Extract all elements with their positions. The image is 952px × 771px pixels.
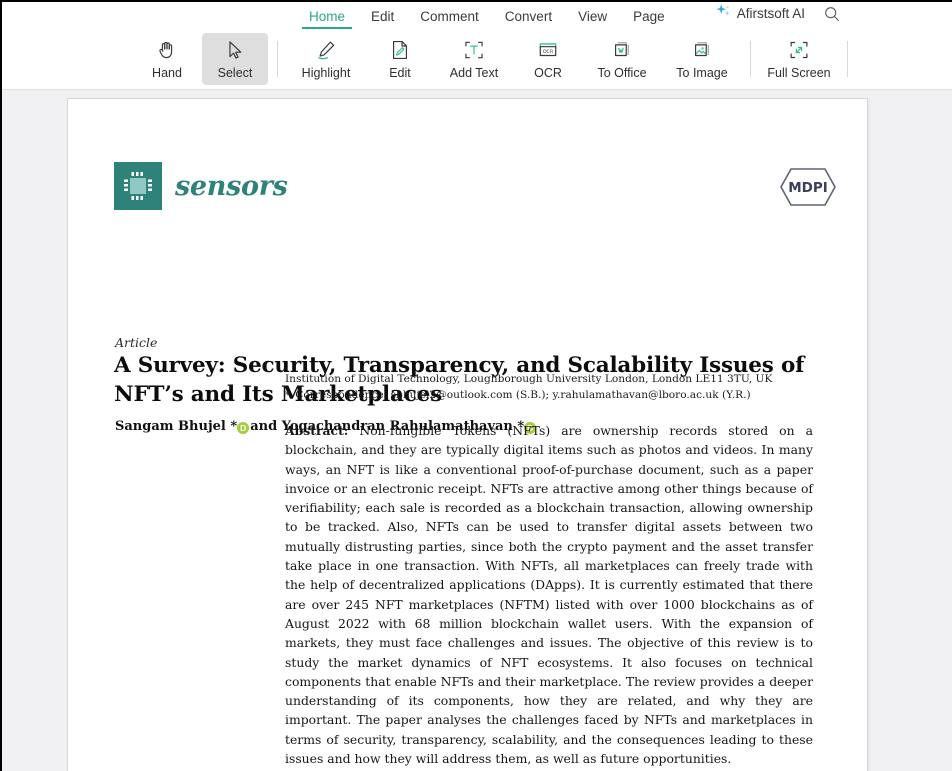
menu-tab-home[interactable]: Home — [296, 9, 358, 29]
menu-bar-right-group: Afirstsoft AI — [715, 3, 840, 25]
tool-label-full-screen: Full Screen — [767, 65, 831, 80]
journal-header: sensors MDPI — [114, 162, 839, 214]
ocr-icon: OCR — [537, 39, 559, 62]
menu-bar: Home Edit Comment Convert View Page Afir… — [2, 2, 952, 29]
toolbar-divider-1 — [277, 41, 278, 77]
menu-tab-edit[interactable]: Edit — [358, 9, 407, 29]
author-name-1: Sangam Bhujel * — [115, 419, 238, 434]
mdpi-logo: MDPI — [777, 165, 839, 214]
menu-tab-list: Home Edit Comment Convert View Page — [296, 9, 678, 29]
search-icon[interactable] — [824, 6, 840, 22]
document-page[interactable]: sensors MDPI Article A Survey: Security,… — [67, 98, 868, 771]
tool-label-add-text: Add Text — [449, 65, 499, 80]
tool-to-image[interactable]: To Image — [663, 33, 741, 85]
to-office-icon — [611, 39, 633, 62]
menu-tab-view[interactable]: View — [565, 9, 620, 29]
tool-label-highlight: Highlight — [301, 65, 351, 80]
tool-label-to-image: To Image — [676, 65, 728, 80]
main-toolbar: Hand Select Highlight Edit Add Text OCR … — [2, 29, 952, 90]
add-text-icon — [463, 39, 485, 62]
menu-tab-convert[interactable]: Convert — [492, 9, 565, 29]
document-body-column: Institution of Digital Technology, Lough… — [285, 371, 813, 771]
highlighter-icon — [315, 39, 337, 62]
afirstsoft-ai-button[interactable]: Afirstsoft AI — [715, 3, 805, 25]
edit-document-icon — [389, 39, 411, 62]
journal-logo-group: sensors — [114, 162, 288, 210]
correspondence-line: * Correspondence: sbhujel2@outlook.com (S… — [285, 387, 813, 403]
tool-to-office[interactable]: To Office — [583, 33, 661, 85]
toolbar-divider-3 — [847, 41, 848, 77]
abstract-label: Abstract: — [285, 423, 349, 438]
svg-text:MDPI: MDPI — [788, 180, 828, 196]
to-image-icon — [691, 39, 713, 62]
document-viewer[interactable]: sensors MDPI Article A Survey: Security,… — [2, 90, 952, 771]
abstract-paragraph: Abstract: Non-fungible Tokens (NFTs) are… — [285, 421, 813, 768]
tool-label-to-office: To Office — [597, 65, 647, 80]
tool-edit[interactable]: Edit — [367, 33, 433, 85]
tool-label-edit: Edit — [389, 65, 411, 80]
toolbar-divider-2 — [750, 41, 751, 77]
svg-text:OCR: OCR — [543, 49, 554, 55]
tool-select[interactable]: Select — [202, 33, 268, 85]
affiliation-block: Institution of Digital Technology, Lough… — [285, 371, 813, 403]
abstract-text: Non-fungible Tokens (NFTs) are ownership… — [285, 423, 813, 767]
afirstsoft-ai-label: Afirstsoft AI — [736, 6, 805, 21]
tool-add-text[interactable]: Add Text — [435, 33, 513, 85]
correspondence-star: * — [285, 389, 291, 401]
sensors-chip-icon — [114, 162, 162, 210]
correspondence-text: Correspondence: sbhujel2@outlook.com (S.… — [295, 389, 751, 401]
article-type-label: Article — [115, 335, 158, 350]
tool-label-ocr: OCR — [534, 65, 562, 80]
hand-icon — [156, 39, 178, 62]
tool-ocr[interactable]: OCR OCR — [515, 33, 581, 85]
tool-full-screen[interactable]: Full Screen — [760, 33, 838, 85]
sparkle-icon — [715, 3, 732, 25]
affiliation-text: Institution of Digital Technology, Lough… — [285, 373, 773, 385]
menu-tab-page[interactable]: Page — [620, 9, 678, 29]
fullscreen-icon — [788, 39, 810, 62]
cursor-icon — [224, 39, 246, 62]
tool-hand[interactable]: Hand — [134, 33, 200, 85]
tool-label-hand: Hand — [152, 65, 182, 80]
menu-tab-comment[interactable]: Comment — [407, 9, 492, 29]
orcid-icon-1[interactable]: D — [237, 421, 250, 434]
tool-label-select: Select — [217, 65, 253, 80]
tool-highlight[interactable]: Highlight — [287, 33, 365, 85]
journal-name: sensors — [175, 170, 288, 202]
application-window: Home Edit Comment Convert View Page Afir… — [0, 0, 952, 771]
